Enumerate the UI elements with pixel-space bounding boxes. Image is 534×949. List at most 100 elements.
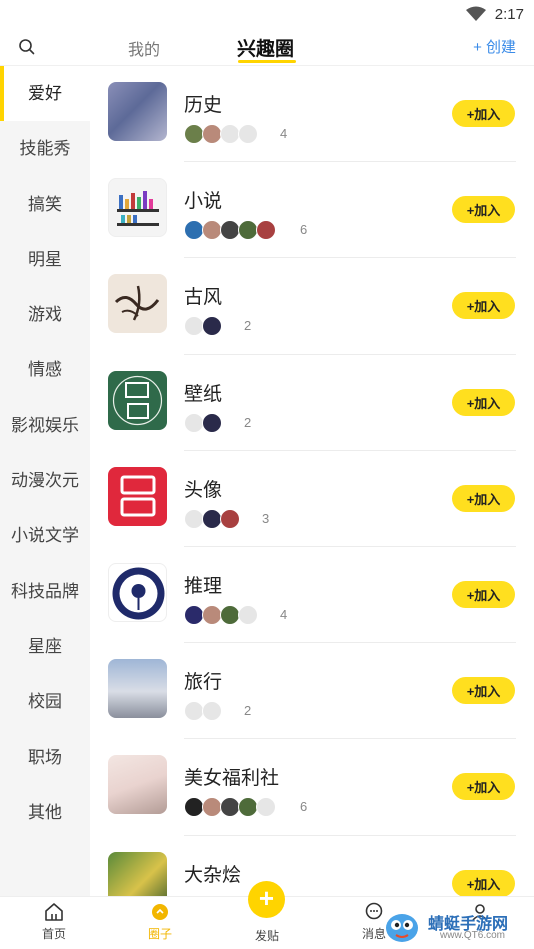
circle-thumbnail — [108, 659, 167, 719]
circle-thumbnail — [108, 755, 167, 815]
join-button[interactable]: +加入 — [452, 484, 515, 512]
post-label: 发贴 — [254, 929, 279, 943]
avatar-logo-icon — [120, 475, 156, 517]
member-avatars — [184, 797, 276, 818]
tab-mine[interactable]: 我的 — [128, 36, 160, 60]
join-button[interactable]: +加入 — [452, 773, 515, 801]
member-avatars — [184, 124, 258, 144]
dragonfly-logo-icon — [386, 914, 418, 942]
circle-name: 古风 — [184, 287, 223, 309]
circle-name: 壁纸 — [184, 383, 223, 405]
avatar — [184, 508, 204, 529]
active-tab-indicator — [238, 60, 296, 63]
member-count: 2 — [244, 318, 252, 334]
status-time: 2:17 — [494, 6, 524, 23]
avatar — [220, 604, 240, 625]
avatar — [202, 508, 222, 529]
sidebar-item-emotion[interactable]: 情感 — [0, 342, 90, 397]
avatar — [202, 220, 222, 241]
nav-circle[interactable]: 圈子 — [130, 901, 190, 942]
circle-thumbnail — [108, 466, 167, 526]
avatar — [202, 412, 222, 433]
list-item[interactable]: 旅行 2 +加入 — [90, 643, 534, 740]
member-avatars — [184, 220, 276, 241]
tab-interest-circle[interactable]: 兴趣圈 — [237, 34, 294, 61]
circle-thumbnail — [108, 178, 167, 238]
top-header: 我的 兴趣圈 + 创建 — [0, 30, 534, 66]
circle-name: 历史 — [184, 95, 223, 116]
wifi-icon — [466, 6, 486, 21]
member-avatars — [184, 604, 258, 625]
circle-name: 旅行 — [184, 672, 223, 694]
list-item[interactable]: 头像 3 +加入 — [90, 451, 534, 547]
avatar — [202, 124, 222, 144]
sidebar-item-games[interactable]: 游戏 — [0, 287, 90, 342]
member-count: 6 — [300, 222, 308, 238]
circle-thumbnail — [108, 562, 167, 622]
sidebar-item-hobby[interactable]: 爱好 — [0, 66, 90, 122]
avatar — [184, 412, 204, 433]
sidebar-item-other[interactable]: 其他 — [0, 785, 90, 840]
member-avatars — [184, 701, 222, 722]
member-avatars — [184, 412, 222, 433]
member-count: 4 — [280, 606, 288, 622]
circle-name: 小说 — [184, 191, 223, 213]
join-button[interactable]: +加入 — [452, 677, 515, 705]
calligraphy-icon — [114, 286, 160, 321]
sidebar-item-film[interactable]: 影视娱乐 — [0, 398, 90, 453]
list-item[interactable]: 大杂烩 +加入 — [90, 836, 534, 896]
member-count: 3 — [262, 510, 270, 526]
avatar — [256, 220, 276, 241]
bookshelf-icon — [117, 191, 159, 227]
join-button[interactable]: +加入 — [452, 100, 515, 127]
avatar — [202, 701, 222, 722]
nav-home-label: 首页 — [41, 927, 66, 941]
avatar — [202, 797, 222, 818]
join-button[interactable]: +加入 — [452, 388, 515, 416]
circle-thumbnail — [108, 82, 167, 141]
avatar — [238, 797, 258, 818]
circle-list: 历史 4 +加入 小说 6 +加入 古风 2 +加入 壁纸 2 +加入 头像 3… — [90, 66, 534, 896]
sidebar-item-campus[interactable]: 校园 — [0, 674, 90, 729]
avatar — [220, 220, 240, 241]
sidebar-item-anime[interactable]: 动漫次元 — [0, 453, 90, 508]
list-item[interactable]: 古风 2 +加入 — [90, 258, 534, 355]
circle-thumbnail — [108, 370, 167, 430]
avatar — [238, 604, 258, 625]
join-button[interactable]: +加入 — [452, 292, 515, 320]
avatar — [184, 316, 204, 337]
circle-name: 美女福利社 — [184, 768, 280, 790]
sidebar-item-funny[interactable]: 搞笑 — [0, 177, 90, 232]
sidebar-item-novel-literature[interactable]: 小说文学 — [0, 508, 90, 563]
nav-home[interactable]: 首页 — [24, 901, 84, 942]
create-button[interactable]: + 创建 — [473, 36, 516, 57]
circle-icon — [152, 904, 168, 920]
sidebar-item-workplace[interactable]: 职场 — [0, 730, 90, 785]
list-item[interactable]: 推理 4 +加入 — [90, 547, 534, 644]
list-item[interactable]: 美女福利社 6 +加入 — [90, 739, 534, 836]
list-item[interactable]: 历史 4 +加入 — [90, 66, 534, 163]
post-button[interactable]: + — [248, 881, 285, 918]
circle-name: 推理 — [184, 575, 223, 597]
avatar — [184, 604, 204, 625]
join-button[interactable]: +加入 — [452, 196, 515, 224]
avatar — [220, 797, 240, 818]
avatar — [220, 508, 240, 529]
search-icon[interactable] — [18, 38, 36, 56]
circle-name: 头像 — [184, 479, 223, 501]
member-avatars — [184, 508, 240, 529]
sidebar-item-star[interactable]: 明星 — [0, 232, 90, 287]
list-item[interactable]: 壁纸 2 +加入 — [90, 355, 534, 451]
join-button[interactable]: +加入 — [452, 580, 515, 608]
list-item[interactable]: 小说 6 +加入 — [90, 162, 534, 259]
sidebar-item-tech[interactable]: 科技品牌 — [0, 564, 90, 619]
detective-badge-icon — [112, 567, 165, 620]
avatar — [184, 701, 204, 722]
sidebar-item-talent[interactable]: 技能秀 — [0, 121, 90, 176]
join-button[interactable]: +加入 — [452, 869, 515, 896]
circle-name: 大杂烩 — [184, 864, 242, 886]
member-count: 6 — [300, 799, 308, 815]
watermark: 蜻蜓手游网 www.QT6.com — [380, 906, 528, 946]
member-avatars — [184, 316, 222, 337]
sidebar-item-horoscope[interactable]: 星座 — [0, 619, 90, 674]
